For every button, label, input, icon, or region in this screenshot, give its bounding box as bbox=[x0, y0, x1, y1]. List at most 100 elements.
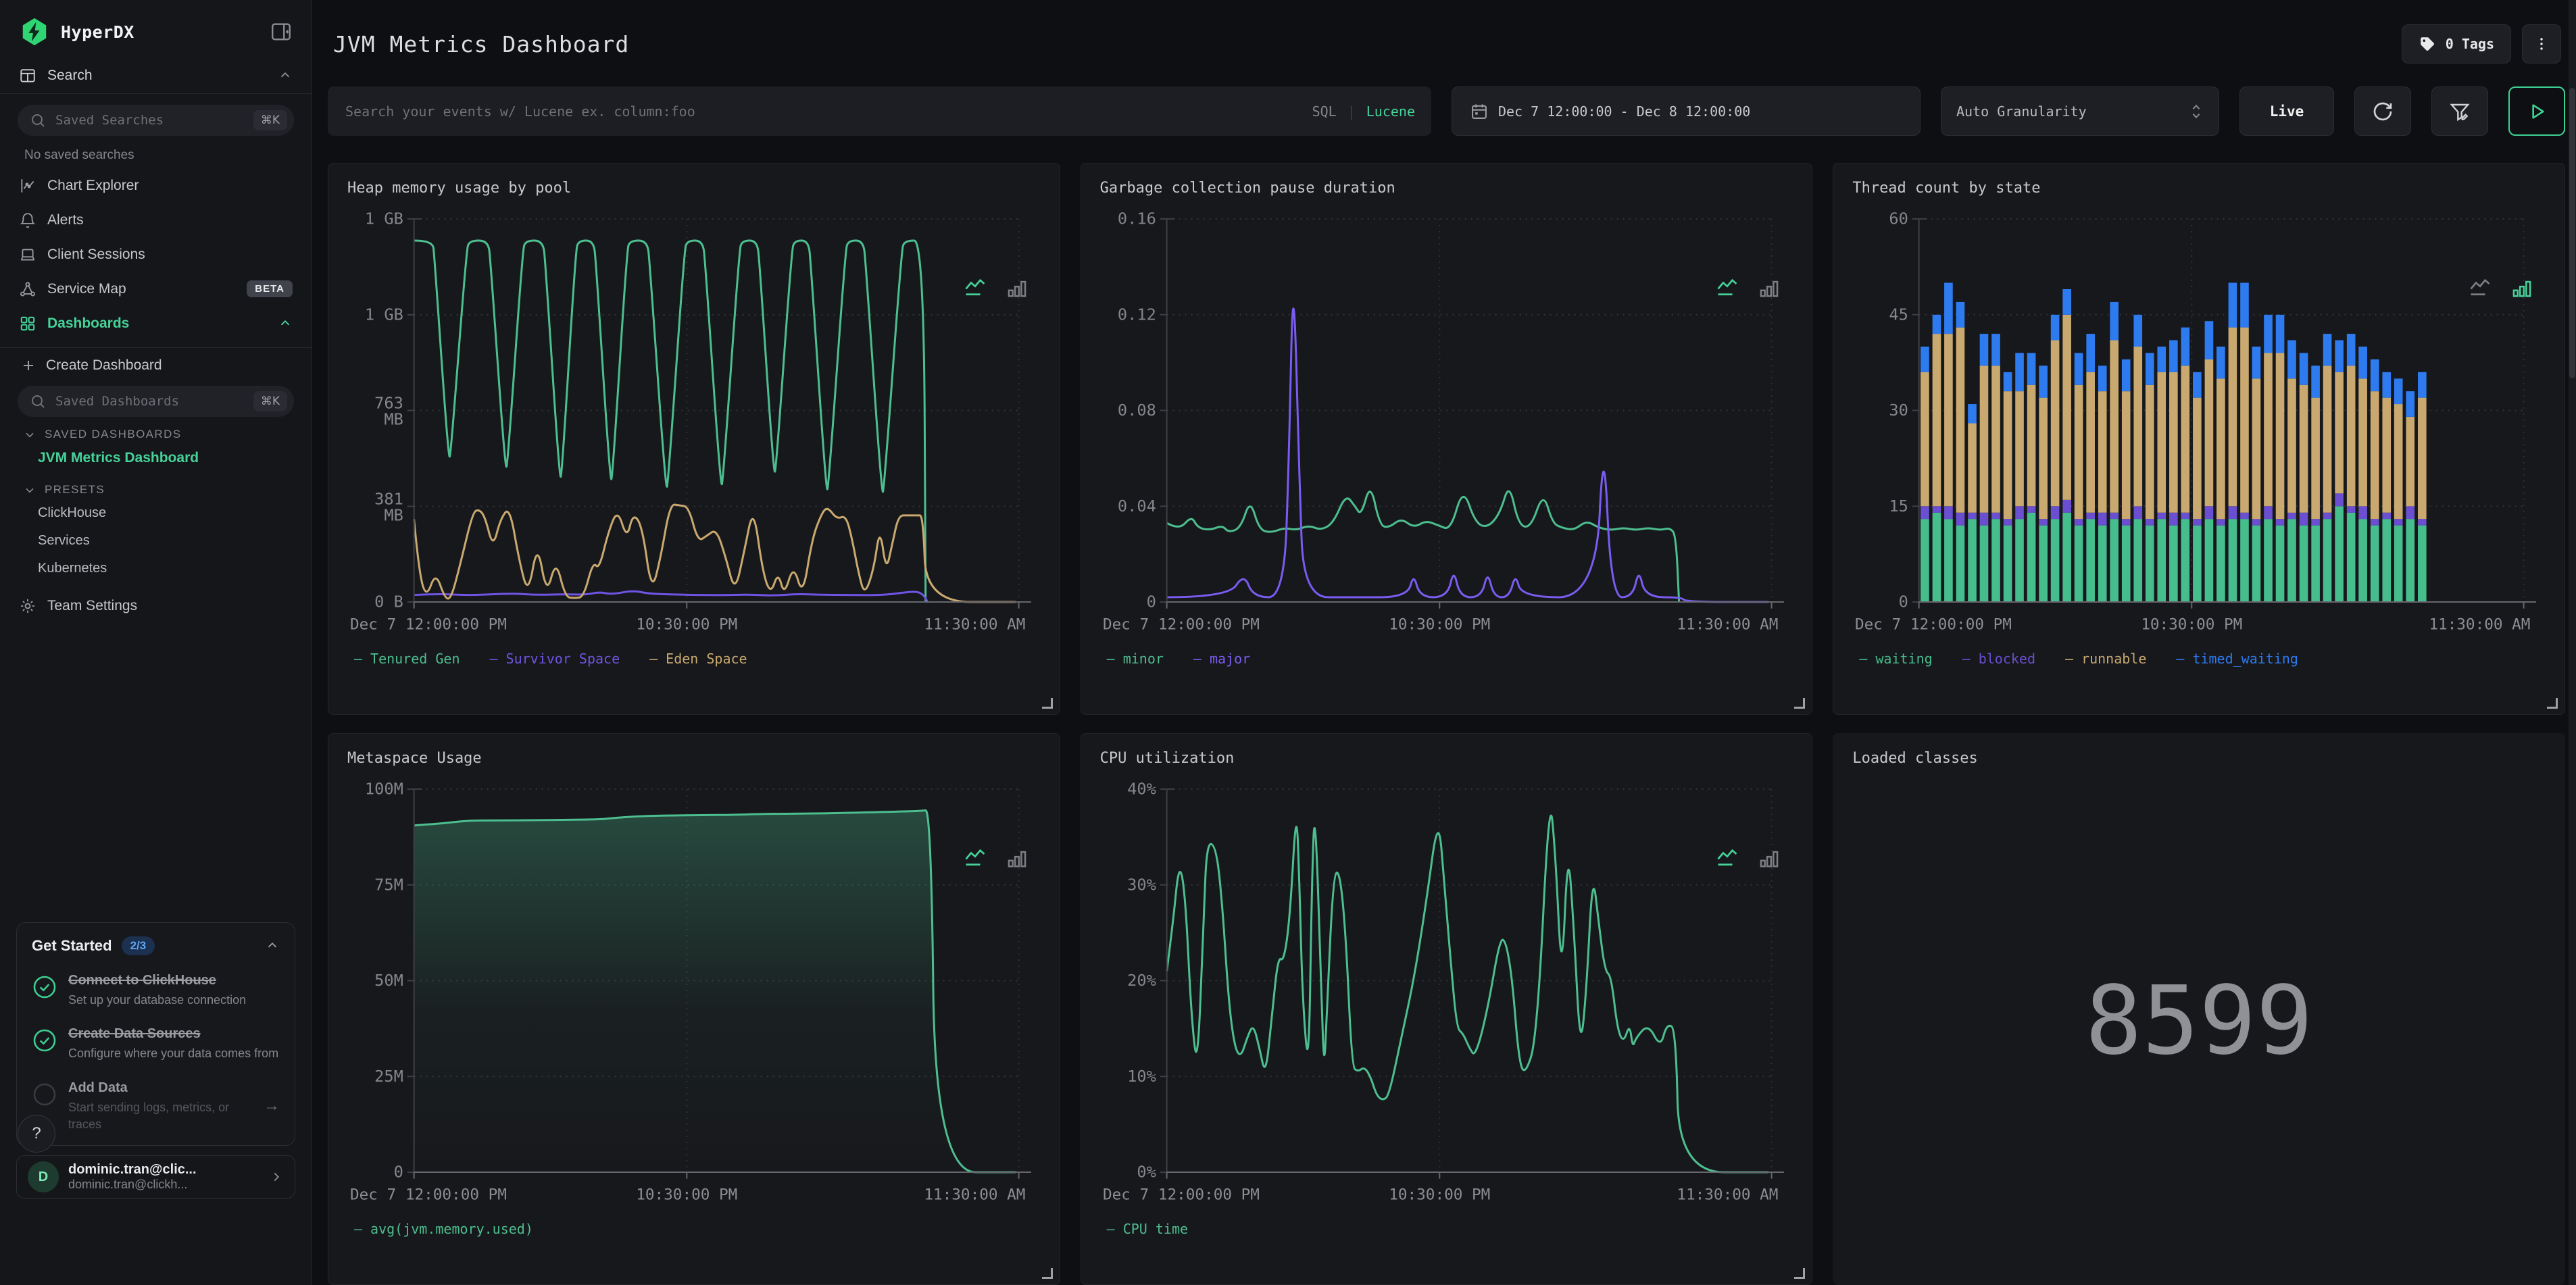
sidebar-item-clickhouse[interactable]: ClickHouse bbox=[0, 499, 312, 527]
resize-handle[interactable] bbox=[1794, 1268, 1806, 1279]
section-header-label: PRESETS bbox=[45, 483, 105, 496]
resize-handle[interactable] bbox=[1794, 698, 1806, 709]
create-dashboard-button[interactable]: Create Dashboard bbox=[0, 348, 312, 375]
sidebar-item-dashboards[interactable]: Dashboards bbox=[0, 306, 312, 341]
saved-searches-field[interactable] bbox=[54, 112, 245, 128]
chart-legend: — Tenured Gen — Survivor Space — Eden Space bbox=[347, 651, 1041, 667]
bar-chart-toggle-icon[interactable] bbox=[1006, 847, 1029, 870]
cpu-utilization-chart[interactable]: 0% 10% 20% 30% 40% Dec 7 12:00:00 PM 10:30:00 … bbox=[1100, 774, 1793, 1221]
get-started-item-add-data[interactable]: Add Data Start sending logs, metrics, or… bbox=[32, 1079, 280, 1133]
svg-text:Dec 7 12:00:00 PM: Dec 7 12:00:00 PM bbox=[1103, 1186, 1260, 1204]
sidebar-item-client-sessions[interactable]: Client Sessions bbox=[0, 237, 312, 272]
main-content: JVM Metrics Dashboard 0 Tags SQL | Lucen… bbox=[312, 0, 2576, 1285]
line-chart-toggle-icon[interactable] bbox=[962, 846, 988, 870]
legend-item[interactable]: — minor bbox=[1107, 651, 1164, 667]
brand-name: HyperDX bbox=[61, 22, 134, 42]
sidebar-item-service-map[interactable]: Service Map BETA bbox=[0, 272, 312, 306]
svg-text:10:30:00 PM: 10:30:00 PM bbox=[2141, 616, 2243, 634]
chart-title: Heap memory usage by pool bbox=[347, 180, 572, 197]
line-chart-toggle-icon[interactable] bbox=[962, 276, 988, 300]
chevron-up-icon[interactable] bbox=[265, 938, 280, 953]
line-chart-toggle-icon[interactable] bbox=[1714, 276, 1740, 300]
chart-title: Loaded classes bbox=[1852, 750, 1978, 767]
sidebar-collapse-icon[interactable] bbox=[270, 20, 293, 43]
refresh-button[interactable] bbox=[2354, 86, 2411, 136]
saved-dashboards-field[interactable] bbox=[54, 393, 245, 409]
granularity-select[interactable]: Auto Granularity bbox=[1941, 86, 2219, 136]
refresh-icon bbox=[2373, 102, 2392, 120]
resize-handle[interactable] bbox=[1041, 1268, 1053, 1279]
bar-chart-toggle-icon[interactable] bbox=[1758, 847, 1781, 870]
legend-item[interactable]: — Eden Space bbox=[649, 651, 747, 667]
legend-item[interactable]: — avg(jvm.memory.used) bbox=[354, 1221, 533, 1237]
bar-chart-toggle-icon[interactable] bbox=[2510, 277, 2533, 300]
get-started-title: Get Started bbox=[32, 937, 112, 955]
scrollbar-thumb[interactable] bbox=[2569, 88, 2575, 378]
legend-item[interactable]: — waiting bbox=[1859, 651, 1932, 667]
tags-button[interactable]: 0 Tags bbox=[2401, 24, 2511, 64]
saved-dashboards-section-toggle[interactable]: SAVED DASHBOARDS bbox=[0, 417, 312, 444]
legend-item[interactable]: — CPU time bbox=[1107, 1221, 1188, 1237]
sidebar-item-search[interactable]: Search bbox=[0, 58, 312, 93]
bar-chart-toggle-icon[interactable] bbox=[1006, 277, 1029, 300]
resize-handle[interactable] bbox=[2546, 698, 2558, 709]
sidebar-item-team-settings[interactable]: Team Settings bbox=[0, 582, 312, 630]
bar-chart-toggle-icon[interactable] bbox=[1758, 277, 1781, 300]
event-search-box[interactable]: SQL | Lucene bbox=[328, 86, 1431, 136]
svg-text:30%: 30% bbox=[1127, 876, 1156, 895]
lucene-mode-toggle[interactable]: Lucene bbox=[1366, 103, 1415, 120]
sidebar-item-label: Alerts bbox=[47, 211, 84, 228]
presets-section-toggle[interactable]: PRESETS bbox=[0, 472, 312, 499]
line-chart-toggle-icon[interactable] bbox=[1714, 846, 1740, 870]
legend-item[interactable]: — Survivor Space bbox=[490, 651, 620, 667]
sidebar-item-alerts[interactable]: Alerts bbox=[0, 203, 312, 237]
help-button[interactable]: ? bbox=[18, 1115, 55, 1153]
loaded-classes-value: 8599 bbox=[2085, 966, 2313, 1076]
panel-metaspace-usage: Metaspace Usage 0 25M 50M 75M 100M Dec 7 12:0… bbox=[328, 733, 1060, 1285]
svg-text:0 B: 0 B bbox=[374, 593, 403, 611]
sidebar-item-kubernetes[interactable]: Kubernetes bbox=[0, 555, 312, 582]
dashboard-menu-button[interactable] bbox=[2522, 24, 2561, 64]
sql-mode-toggle[interactable]: SQL bbox=[1312, 103, 1337, 120]
thread-count-chart[interactable]: 0 15 30 45 60 Dec 7 12:00:00 PM 10:30:00 PM 11:… bbox=[1852, 203, 2546, 651]
chart-legend: — minor — major bbox=[1100, 651, 1793, 667]
user-menu[interactable]: D dominic.tran@clic... dominic.tran@clic… bbox=[16, 1155, 295, 1199]
resize-handle[interactable] bbox=[1041, 698, 1053, 709]
svg-text:11:30:00 AM: 11:30:00 AM bbox=[2429, 616, 2531, 634]
date-range-button[interactable]: Dec 7 12:00:00 - Dec 8 12:00:00 bbox=[1452, 86, 1921, 136]
legend-item[interactable]: — timed_waiting bbox=[2176, 651, 2298, 667]
gc-pause-chart[interactable]: 0 0.04 0.08 0.12 0.16 Dec 7 12:00:00 PM 10:30:… bbox=[1100, 203, 1793, 651]
get-started-item-sources[interactable]: Create Data Sources Configure where your… bbox=[32, 1025, 280, 1062]
hyperdx-logo-icon bbox=[19, 16, 50, 47]
legend-item[interactable]: — runnable bbox=[2065, 651, 2146, 667]
heap-memory-chart[interactable]: 0 B 381 MB 763 MB 1 GB 1 GB Dec 7 12:00:00 PM 10… bbox=[347, 203, 1041, 651]
svg-text:60: 60 bbox=[1889, 209, 1908, 228]
mode-divider: | bbox=[1347, 103, 1356, 120]
select-chevrons-icon bbox=[2192, 104, 2200, 118]
saved-searches-input[interactable]: ⌘K bbox=[18, 105, 294, 136]
saved-dashboards-input[interactable]: ⌘K bbox=[18, 386, 294, 417]
filter-edit-button[interactable] bbox=[2431, 86, 2488, 136]
arrow-right-icon: → bbox=[264, 1096, 280, 1115]
sidebar-item-services[interactable]: Services bbox=[0, 527, 312, 555]
date-range-label: Dec 7 12:00:00 - Dec 8 12:00:00 bbox=[1498, 103, 1751, 120]
metaspace-chart[interactable]: 0 25M 50M 75M 100M Dec 7 12:00:00 PM 10:30:00 … bbox=[347, 774, 1041, 1221]
legend-item[interactable]: — Tenured Gen bbox=[354, 651, 460, 667]
run-query-button[interactable] bbox=[2508, 86, 2565, 136]
chevron-up-icon[interactable] bbox=[278, 68, 293, 83]
line-chart-toggle-icon[interactable] bbox=[2467, 276, 2493, 300]
sidebar-item-chart-explorer[interactable]: Chart Explorer bbox=[0, 168, 312, 203]
chevron-up-icon[interactable] bbox=[278, 316, 293, 331]
scrollbar[interactable] bbox=[2569, 0, 2576, 1285]
sidebar-item-jvm-metrics-dashboard[interactable]: JVM Metrics Dashboard bbox=[0, 444, 312, 472]
live-button[interactable]: Live bbox=[2239, 86, 2334, 136]
get-started-item-connect[interactable]: Connect to ClickHouse Set up your databa… bbox=[32, 972, 280, 1009]
user-name: dominic.tran@clic... bbox=[68, 1162, 197, 1177]
svg-text:11:30:00 AM: 11:30:00 AM bbox=[1677, 1186, 1778, 1204]
legend-item[interactable]: — blocked bbox=[1962, 651, 2035, 667]
chart-title: CPU utilization bbox=[1099, 750, 1235, 767]
gear-icon bbox=[21, 599, 34, 613]
event-search-input[interactable] bbox=[344, 102, 1299, 120]
legend-item[interactable]: — major bbox=[1193, 651, 1250, 667]
svg-text:763MB: 763 MB bbox=[374, 394, 403, 429]
